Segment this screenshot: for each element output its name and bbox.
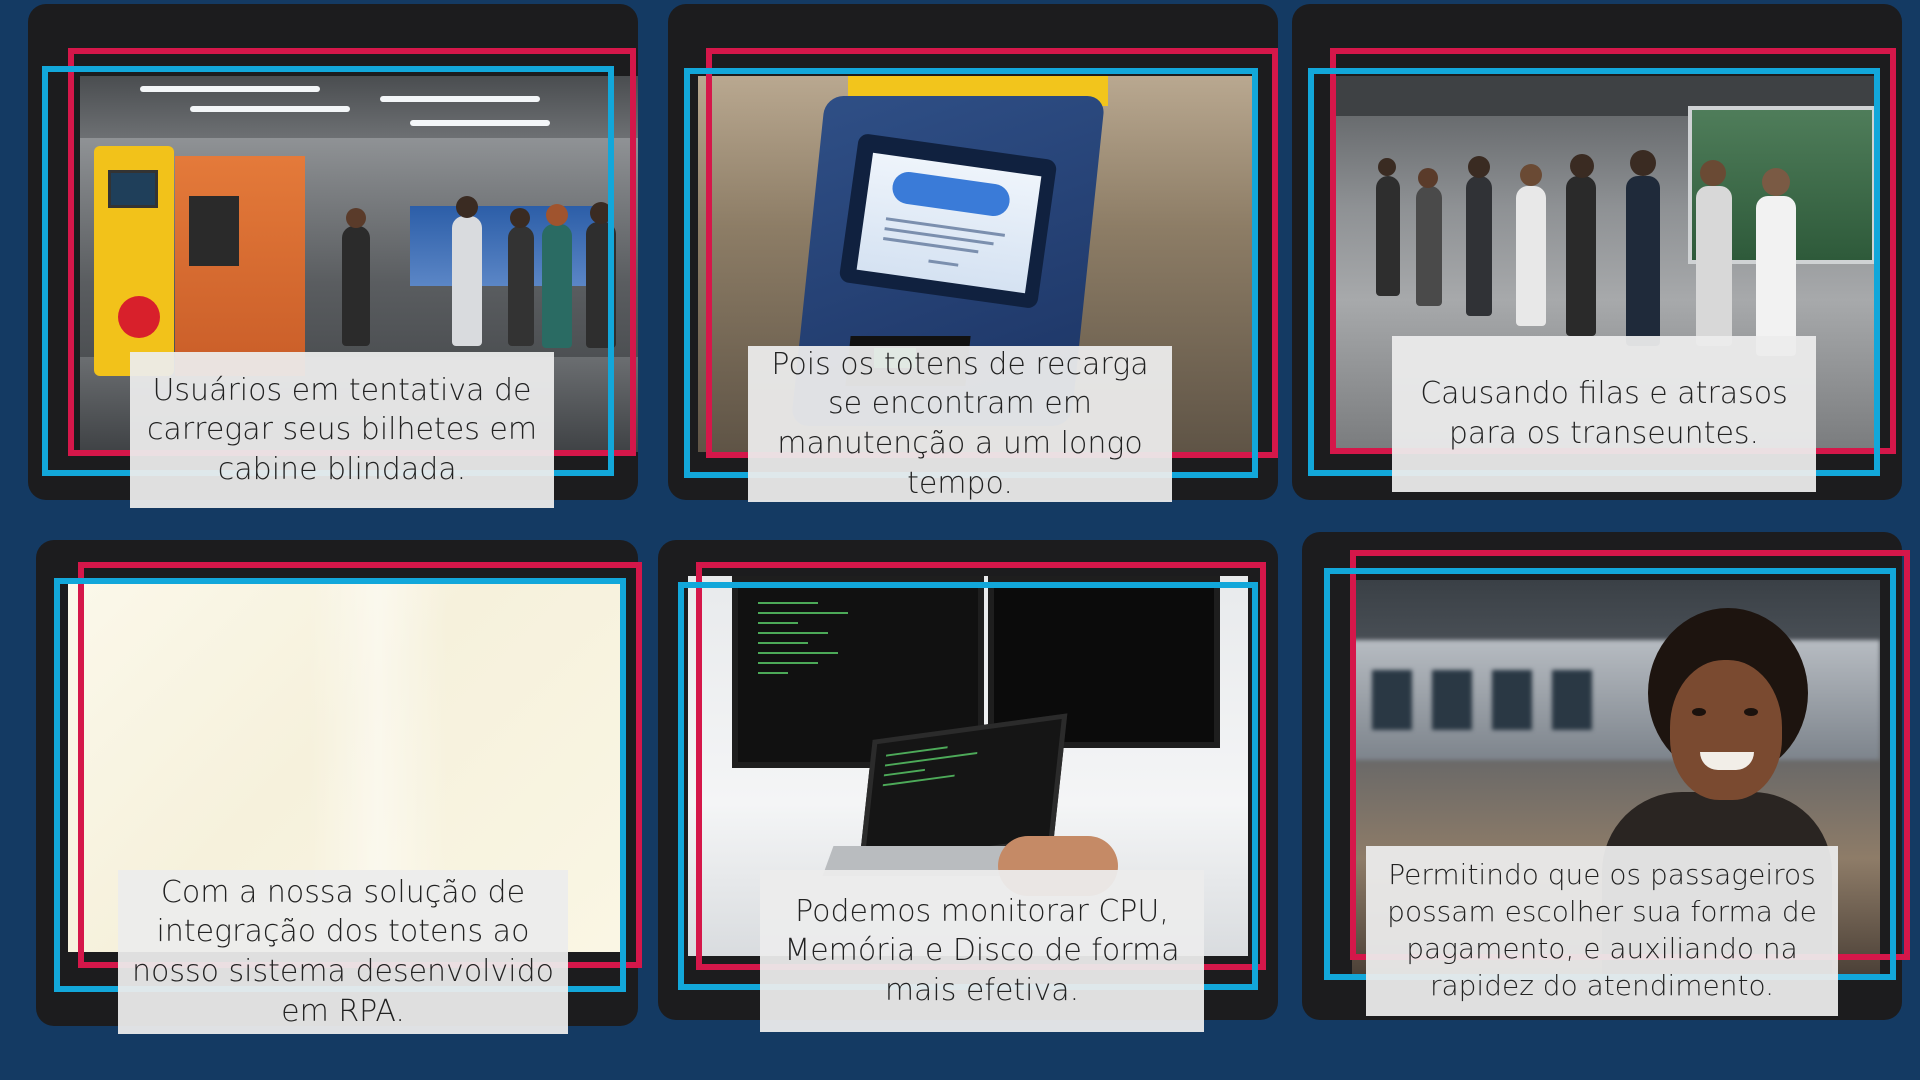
caption-ticket-users: Usuários em tentativa de carregar seus b… (130, 352, 554, 508)
caption-monitoring: Podemos monitorar CPU, Memória e Disco d… (760, 870, 1204, 1032)
card-monitoring: Podemos monitorar CPU, Memória e Disco d… (658, 540, 1278, 1032)
card-rpa-solution: Com a nossa solução de integração dos to… (36, 540, 642, 1034)
card-queues: Causando filas e atrasos para os transeu… (1292, 4, 1902, 500)
card-ticket-users: Usuários em tentativa de carregar seus b… (28, 4, 638, 508)
caption-payment-options: Permitindo que os passageiros possam esc… (1366, 846, 1838, 1016)
card-kiosk-maintenance: Pois os totens de recarga se encontram e… (668, 4, 1278, 502)
card-payment-options: Permitindo que os passageiros possam esc… (1302, 532, 1910, 1020)
caption-kiosk-maintenance: Pois os totens de recarga se encontram e… (748, 346, 1172, 502)
caption-rpa-solution: Com a nossa solução de integração dos to… (118, 870, 568, 1034)
caption-queues: Causando filas e atrasos para os transeu… (1392, 336, 1816, 492)
